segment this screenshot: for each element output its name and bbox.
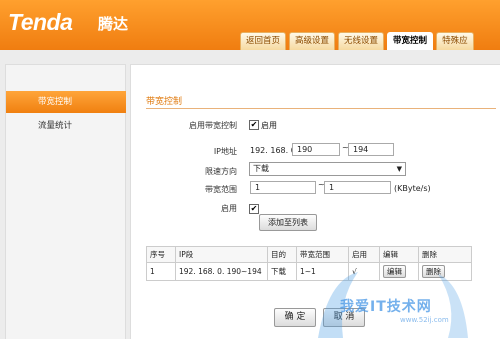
row-edit-cell: 编辑: [379, 262, 419, 281]
row-range: 1~1: [296, 262, 349, 281]
ok-button[interactable]: 确 定: [274, 308, 316, 327]
sidebar-item-traffic[interactable]: 流量统计: [6, 115, 126, 137]
enable-bw-text: 启用: [261, 121, 277, 130]
ip-start-input[interactable]: 190: [292, 143, 340, 156]
ip-label: IP地址: [213, 147, 237, 156]
header-bar: Tenda 腾达 返回首页 高级设置 无线设置 带宽控制 特殊应: [0, 0, 500, 50]
col-enabled: 启用: [348, 246, 380, 263]
direction-select[interactable]: 下载 ▼: [249, 162, 406, 176]
rules-table: 序号 IP段 目的 带宽范围 启用 编辑 删除 1 192. 168. 0. 1…: [146, 246, 472, 281]
direction-label: 限速方向: [205, 167, 237, 176]
chevron-down-icon: ▼: [396, 165, 402, 173]
row-direction: 下载: [267, 262, 297, 281]
title-divider: [146, 108, 496, 109]
tab-special[interactable]: 特殊应: [436, 32, 474, 50]
row-ip: 192. 168. 0. 190~194: [175, 262, 268, 281]
enable-bw-label: 启用带宽控制: [189, 121, 237, 130]
direction-value: 下载: [253, 164, 269, 173]
tab-advanced[interactable]: 高级设置: [289, 32, 336, 50]
tenda-logo-cn: 腾达: [98, 15, 129, 33]
tab-bandwidth[interactable]: 带宽控制: [387, 32, 434, 50]
col-index: 序号: [146, 246, 176, 263]
col-direction: 目的: [267, 246, 297, 263]
main-panel: [130, 64, 500, 339]
range-max-input[interactable]: 1: [324, 181, 391, 194]
add-to-list-button[interactable]: 添加至列表: [259, 214, 317, 231]
row-delete-cell: 删除: [418, 262, 472, 281]
enable-rule-label: 启用: [221, 204, 237, 213]
table-header-row: 序号 IP段 目的 带宽范围 启用 编辑 删除: [146, 246, 472, 263]
ip-end-input[interactable]: 194: [348, 143, 394, 156]
sidebar-item-bandwidth[interactable]: 带宽控制: [6, 91, 126, 113]
enable-rule-checkbox[interactable]: ✔: [249, 204, 259, 214]
col-delete: 删除: [418, 246, 472, 263]
tenda-logo: Tenda: [8, 9, 73, 35]
table-row: 1 192. 168. 0. 190~194 下载 1~1 √ 编辑 删除: [146, 262, 472, 281]
range-unit: (KByte/s): [394, 184, 431, 193]
row-index: 1: [146, 262, 176, 281]
page-title: 带宽控制: [146, 97, 183, 107]
enable-bw-checkbox[interactable]: ✔: [249, 120, 259, 130]
watermark-text: 我爱IT技术网: [340, 299, 432, 315]
range-min-input[interactable]: 1: [250, 181, 316, 194]
range-label: 带宽范围: [205, 185, 237, 194]
tab-wireless[interactable]: 无线设置: [338, 32, 385, 50]
col-range: 带宽范围: [296, 246, 349, 263]
col-ip: IP段: [175, 246, 268, 263]
row-enabled: √: [348, 262, 380, 281]
sidebar: 带宽控制 流量统计: [5, 64, 126, 339]
edit-button[interactable]: 编辑: [383, 265, 406, 278]
watermark-url: www.52ij.com: [400, 316, 449, 324]
col-edit: 编辑: [379, 246, 419, 263]
delete-button[interactable]: 删除: [422, 265, 445, 278]
tab-home[interactable]: 返回首页: [240, 32, 287, 50]
top-nav-tabs: 返回首页 高级设置 无线设置 带宽控制 特殊应: [240, 32, 477, 50]
